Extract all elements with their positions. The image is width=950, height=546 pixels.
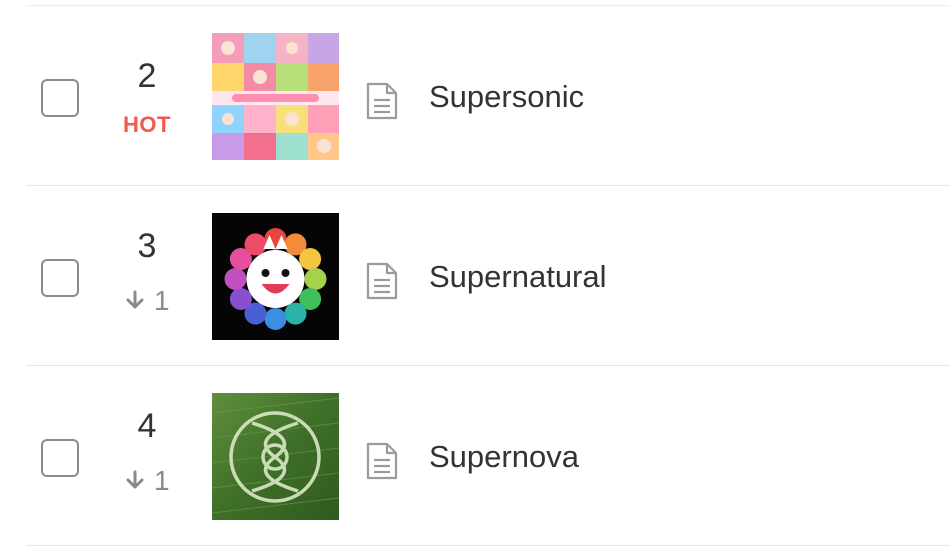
album-cover-supernatural[interactable]	[212, 213, 339, 340]
chart-row-rank-4[interactable]: 4 1 Supernova	[0, 366, 950, 546]
row-select-checkbox[interactable]	[41, 439, 79, 477]
lyrics-document-icon[interactable]	[362, 441, 402, 481]
lyrics-document-icon[interactable]	[362, 261, 402, 301]
hot-badge: HOT	[123, 112, 171, 137]
chart-row-rank-2[interactable]: 2 HOT Supersonic	[0, 6, 950, 186]
rank-change-value: 1	[154, 465, 170, 496]
arrow-down-icon	[126, 470, 144, 489]
song-title[interactable]: Supernatural	[429, 257, 607, 297]
rank-change: 1	[118, 464, 178, 498]
rank-change: 1	[118, 284, 178, 318]
rank-change-value: 1	[154, 285, 170, 316]
lyrics-document-icon[interactable]	[362, 81, 402, 121]
album-cover-supernova[interactable]	[212, 393, 339, 520]
song-title[interactable]: Supernova	[429, 437, 579, 477]
rank-number: 4	[137, 407, 157, 445]
rank-number: 2	[137, 57, 157, 95]
album-cover-supersonic[interactable]	[212, 33, 339, 160]
song-title[interactable]: Supersonic	[429, 77, 584, 117]
rank-number: 3	[137, 227, 157, 265]
chart-row-rank-3[interactable]: 3 1 Supernatural	[0, 186, 950, 366]
row-select-checkbox[interactable]	[41, 259, 79, 297]
arrow-down-icon	[126, 290, 144, 309]
row-select-checkbox[interactable]	[41, 79, 79, 117]
